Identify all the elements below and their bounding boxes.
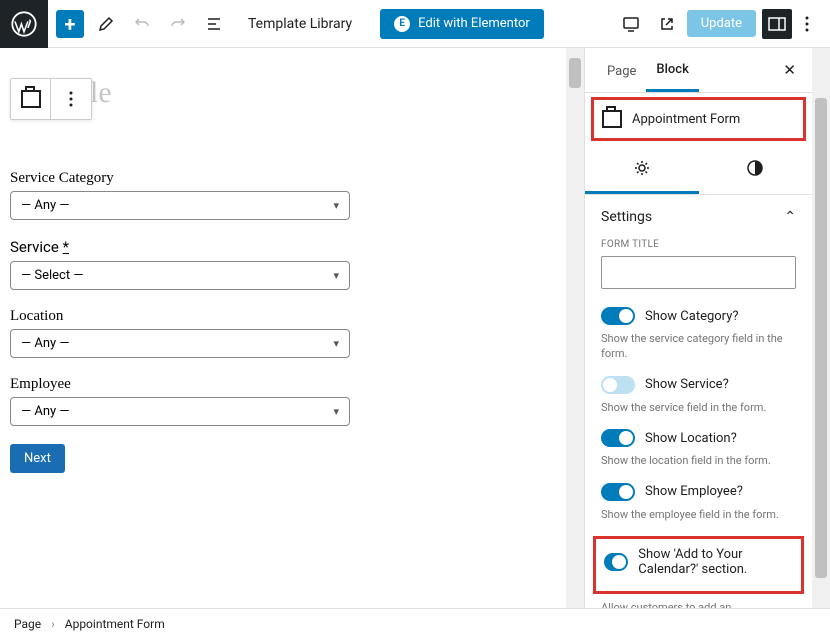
employee-value: — Any —: [21, 404, 70, 419]
block-name: Appointment Form: [632, 112, 740, 127]
template-library-link[interactable]: Template Library: [248, 16, 352, 32]
toggle-employee-desc: Show the employee field in the form.: [601, 507, 796, 522]
employee-select[interactable]: — Any — ▾: [10, 397, 350, 426]
chevron-up-icon: ⌃: [784, 209, 796, 225]
settings-sidebar: Page Block ✕ Appointment Form Settings ⌃: [584, 48, 812, 608]
block-type-icon[interactable]: [11, 79, 51, 119]
location-value: — Any —: [21, 336, 70, 351]
contrast-icon: [746, 159, 764, 177]
wordpress-logo[interactable]: [0, 0, 48, 48]
undo-icon[interactable]: [128, 10, 156, 38]
breadcrumb-block[interactable]: Appointment Form: [65, 617, 165, 631]
toggle-location-label: Show Location?: [645, 431, 737, 446]
edit-with-elementor-button[interactable]: E Edit with Elementor: [380, 9, 544, 39]
block-more-icon[interactable]: [51, 79, 91, 119]
elementor-label: Edit with Elementor: [418, 16, 530, 31]
toggle-category-label: Show Category?: [645, 309, 739, 324]
update-button[interactable]: Update: [687, 10, 756, 37]
toggle-show-calendar[interactable]: [604, 553, 628, 571]
external-link-icon[interactable]: [653, 10, 681, 38]
chevron-down-icon: ▾: [333, 199, 339, 212]
toggle-calendar-desc: Allow customers to add an appointment to…: [601, 600, 796, 608]
close-sidebar-icon[interactable]: ✕: [779, 57, 800, 83]
toggle-show-location[interactable]: [601, 429, 635, 447]
toggle-show-category[interactable]: [601, 307, 635, 325]
chevron-down-icon: ▾: [333, 269, 339, 282]
calendar-icon: [21, 90, 41, 108]
service-label: Service *: [10, 238, 556, 257]
styles-tab-icon[interactable]: [699, 145, 813, 194]
editor-canvas[interactable]: le Service Category — Any — ▾ Service * …: [0, 48, 566, 608]
breadcrumb-footer: Page › Appointment Form: [0, 608, 830, 638]
outline-icon[interactable]: [200, 10, 228, 38]
form-title-label: FORM TITLE: [601, 239, 796, 250]
redo-icon[interactable]: [164, 10, 192, 38]
block-toolbar: [10, 78, 92, 120]
more-options-icon[interactable]: [792, 9, 822, 39]
toggle-calendar-label: Show 'Add to Your Calendar?' section.: [638, 547, 793, 577]
sidebar-toggle-button[interactable]: [762, 9, 792, 39]
next-button[interactable]: Next: [10, 444, 65, 473]
highlighted-toggle: Show 'Add to Your Calendar?' section.: [593, 536, 804, 594]
page-title-fragment: le: [90, 76, 112, 110]
toggle-show-employee[interactable]: [601, 483, 635, 501]
gear-icon: [633, 159, 651, 177]
edit-icon[interactable]: [92, 10, 120, 38]
form-title-input[interactable]: [601, 256, 796, 289]
location-label: Location: [10, 308, 556, 325]
settings-section-head[interactable]: Settings ⌃: [585, 195, 812, 239]
toggle-service-label: Show Service?: [645, 377, 729, 392]
settings-tab-icon[interactable]: [585, 145, 699, 194]
category-select[interactable]: — Any — ▾: [10, 191, 350, 220]
service-value: — Select —: [21, 268, 83, 283]
device-preview-icon[interactable]: [617, 10, 645, 38]
chevron-down-icon: ▾: [333, 405, 339, 418]
wordpress-icon: [11, 11, 37, 37]
settings-section-label: Settings: [601, 209, 652, 225]
block-header: Appointment Form: [591, 97, 806, 141]
chevron-down-icon: ▾: [333, 337, 339, 350]
employee-label: Employee: [10, 376, 556, 393]
toggle-show-service[interactable]: [601, 376, 635, 394]
top-toolbar: + Template Library E Edit with Elementor…: [0, 0, 830, 48]
toggle-service-desc: Show the service field in the form.: [601, 400, 796, 415]
add-block-button[interactable]: +: [56, 10, 84, 38]
appointment-form: Service Category — Any — ▾ Service * — S…: [10, 170, 556, 473]
sidebar-tabs: Page Block ✕: [585, 48, 812, 93]
toggle-employee-label: Show Employee?: [645, 484, 743, 499]
location-select[interactable]: — Any — ▾: [10, 329, 350, 358]
canvas-scrollbar[interactable]: [566, 48, 584, 608]
category-value: — Any —: [21, 198, 70, 213]
tab-page[interactable]: Page: [597, 50, 646, 91]
sidebar-scrollbar[interactable]: [812, 48, 830, 608]
breadcrumb-page[interactable]: Page: [14, 617, 41, 631]
category-label: Service Category: [10, 170, 556, 187]
toggle-location-desc: Show the location field in the form.: [601, 453, 796, 468]
toggle-category-desc: Show the service category field in the f…: [601, 331, 796, 362]
tab-block[interactable]: Block: [646, 48, 698, 92]
elementor-icon: E: [394, 16, 410, 32]
breadcrumb-sep-icon: ›: [51, 617, 55, 631]
service-select[interactable]: — Select — ▾: [10, 261, 350, 290]
panel-tabs: [585, 145, 812, 195]
calendar-icon: [602, 110, 622, 128]
